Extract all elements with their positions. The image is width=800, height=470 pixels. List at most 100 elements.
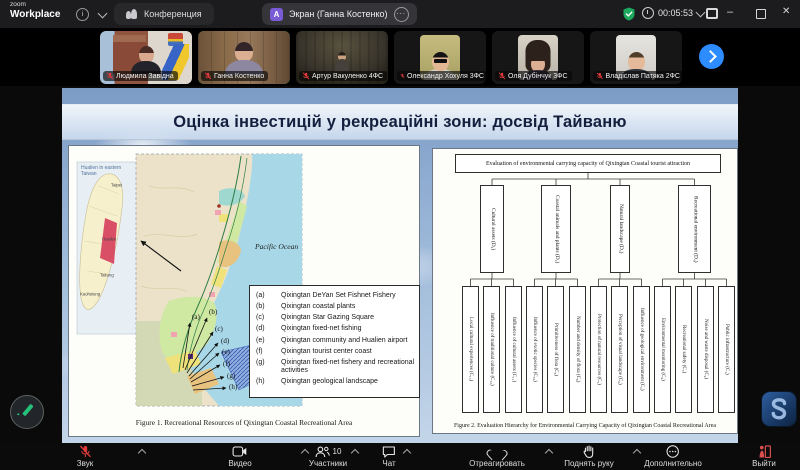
participant-tile[interactable]: Оля Дубінчук 3ФС: [492, 31, 584, 84]
inset-label: Hualien in eastern Taiwan: [81, 166, 123, 178]
criterion-box: Number and density of flora (C₈): [569, 286, 586, 413]
next-participants-page-button[interactable]: [699, 44, 724, 69]
toolbar-video-label: Видео: [228, 459, 251, 468]
react-options-chevron[interactable]: [545, 449, 553, 457]
chevron-down-icon[interactable]: [98, 9, 108, 19]
timer-chevron-icon: [696, 7, 706, 17]
sunglasses: [434, 59, 447, 63]
toolbar-leave[interactable]: Выйти: [752, 445, 776, 468]
leave-meeting-icon: [757, 445, 771, 458]
tab-screen-label: Экран (Ганна Костенко): [289, 9, 388, 19]
raised-hand-icon: [583, 445, 595, 458]
hierarchy-root-box: Evaluation of environmental carrying cap…: [455, 154, 721, 173]
gallery-view-icon[interactable]: [706, 8, 718, 19]
toolbar-participants[interactable]: 10 Участники: [309, 445, 347, 468]
muted-microphone-icon: [400, 72, 405, 80]
shared-screen-area: Оцінка інвестицій у рекреаційні зони: до…: [0, 86, 800, 443]
map-label-g: (g): [227, 373, 235, 380]
meeting-timer[interactable]: 00:05:53: [642, 7, 704, 19]
microphone-muted-icon: [79, 445, 92, 458]
toolbar-raise-hand-label: Поднять руку: [564, 459, 613, 468]
criterion-box: Influence of cultural assets (C₁₁): [505, 286, 522, 413]
tab-screen-share[interactable]: A Экран (Ганна Костенко) ···: [262, 3, 417, 25]
participant-name: Олександр Хохуля 3ФС: [407, 73, 484, 80]
participant-tile[interactable]: Олександр Хохуля 3ФС: [394, 31, 486, 84]
participant-name: Ганна Костенко: [214, 73, 264, 80]
dimension-box: Natural landscape (D₃): [610, 185, 630, 273]
criterion-box: Influence of exotic species (C₁₀): [526, 286, 543, 413]
clock-icon: [642, 7, 654, 19]
more-options-icon: [666, 445, 679, 458]
toolbar-audio-label: Звук: [77, 459, 93, 468]
muted-microphone-icon: [596, 72, 603, 80]
heart-icon: [490, 446, 503, 457]
raise-hand-options-chevron[interactable]: [633, 449, 641, 457]
criterion-box: Influence of geological environment (C₅): [633, 286, 650, 413]
city-label: Taipei: [111, 184, 122, 188]
toolbar-video[interactable]: Видео: [228, 445, 251, 468]
pencil-icon: [11, 396, 42, 427]
criterion-box: Primitiveness of flora (C₉): [547, 286, 564, 413]
chat-options-chevron[interactable]: [403, 449, 411, 457]
avatar: A: [270, 8, 283, 21]
figure2-caption: Figure 2. Evaluation Hierarchy for Envir…: [433, 423, 737, 429]
map-label-f: (f): [223, 361, 230, 368]
toolbar-audio[interactable]: Звук: [77, 445, 93, 468]
criterion-box: Influence of traditional culture (C₁₂): [483, 286, 500, 413]
participant-name: Оля Дубінчук 3ФС: [508, 73, 568, 80]
criterion-box: Perception of visual landscape (C₆): [611, 286, 628, 413]
tab-more-options-icon[interactable]: ···: [394, 7, 409, 22]
criterion-box: Noise and waste disposal (C₂): [697, 286, 714, 413]
criterion-box: Environmental monitoring (C₄): [654, 286, 671, 413]
participants-options-chevron[interactable]: [351, 449, 359, 457]
participant-tile-active-speaker[interactable]: Ганна Костенко: [198, 31, 290, 84]
restore-button[interactable]: [756, 9, 766, 19]
dimension-box: Cultural assets (D₁): [480, 185, 504, 273]
security-shield-icon[interactable]: [622, 7, 636, 21]
audio-options-chevron[interactable]: [138, 449, 146, 457]
participants-count: 10: [333, 447, 342, 456]
participant-nametag: Владіслав Патяка 2ФС: [593, 71, 682, 81]
info-icon[interactable]: i: [76, 8, 89, 21]
participant-tile[interactable]: Артур Вакуленко 4ФС: [296, 31, 388, 84]
map-label-b: (b): [209, 309, 217, 316]
annotate-button[interactable]: [10, 395, 44, 429]
toolbar-chat-label: Чат: [382, 459, 395, 468]
figure1-caption: Figure 1. Recreational Resources of Qixi…: [69, 418, 419, 427]
participant-nametag: Оля Дубінчук 3ФС: [495, 71, 572, 81]
tab-meeting-label: Конференция: [144, 9, 202, 19]
window-titlebar: zoom Workplace i Конференция A Экран (Га…: [0, 0, 800, 28]
map-legend: (a)Qixingtan DeYan Set Fishnet Fishery (…: [249, 285, 420, 398]
presentation-slide: Оцінка інвестицій у рекреаційні зони: до…: [62, 88, 738, 444]
toolbar-more-label: Дополнительно: [644, 459, 702, 468]
participants-video-strip: Людмила Завідна Ганна Костенко: [0, 28, 800, 86]
tab-meeting[interactable]: Конференция: [114, 3, 214, 25]
participants-icon: [315, 446, 330, 458]
city-label: Hualien: [102, 238, 116, 242]
close-button[interactable]: ✕: [782, 6, 790, 17]
toolbar-chat[interactable]: Чат: [382, 445, 395, 468]
map-label-h: (h): [229, 384, 237, 391]
toolbar-more[interactable]: Дополнительно: [644, 445, 702, 468]
minimize-button[interactable]: –: [727, 6, 733, 18]
participant-tile[interactable]: Владіслав Патяка 2ФС: [590, 31, 682, 84]
map-label-e: (e): [222, 349, 230, 356]
criterion-box: Protection of natural resources (C₇): [590, 286, 607, 413]
toolbar-participants-label: Участники: [309, 459, 347, 468]
timer-value: 00:05:53: [658, 8, 693, 18]
video-camera-icon: [233, 446, 248, 457]
taskbar-app-icon[interactable]: [762, 392, 796, 426]
dimension-box: Coastal animals and plants (D₂): [541, 185, 571, 273]
criterion-box: Public infrastructure (C₁): [718, 286, 735, 413]
slide-title: Оцінка інвестицій у рекреаційні зони: до…: [173, 113, 626, 132]
dimension-box: Recreational environment (D₄): [678, 185, 711, 273]
city-label: Taitung: [100, 274, 114, 278]
toolbar-react[interactable]: Отреагировать: [469, 445, 525, 468]
toolbar-raise-hand[interactable]: Поднять руку: [564, 445, 613, 468]
muted-microphone-icon: [302, 72, 310, 80]
participant-video-person: [335, 52, 349, 72]
participant-nametag: Олександр Хохуля 3ФС: [397, 71, 486, 81]
participant-tile[interactable]: Людмила Завідна: [100, 31, 192, 84]
map-label-a: (a): [192, 314, 200, 321]
participant-nametag: Людмила Завідна: [103, 71, 178, 81]
